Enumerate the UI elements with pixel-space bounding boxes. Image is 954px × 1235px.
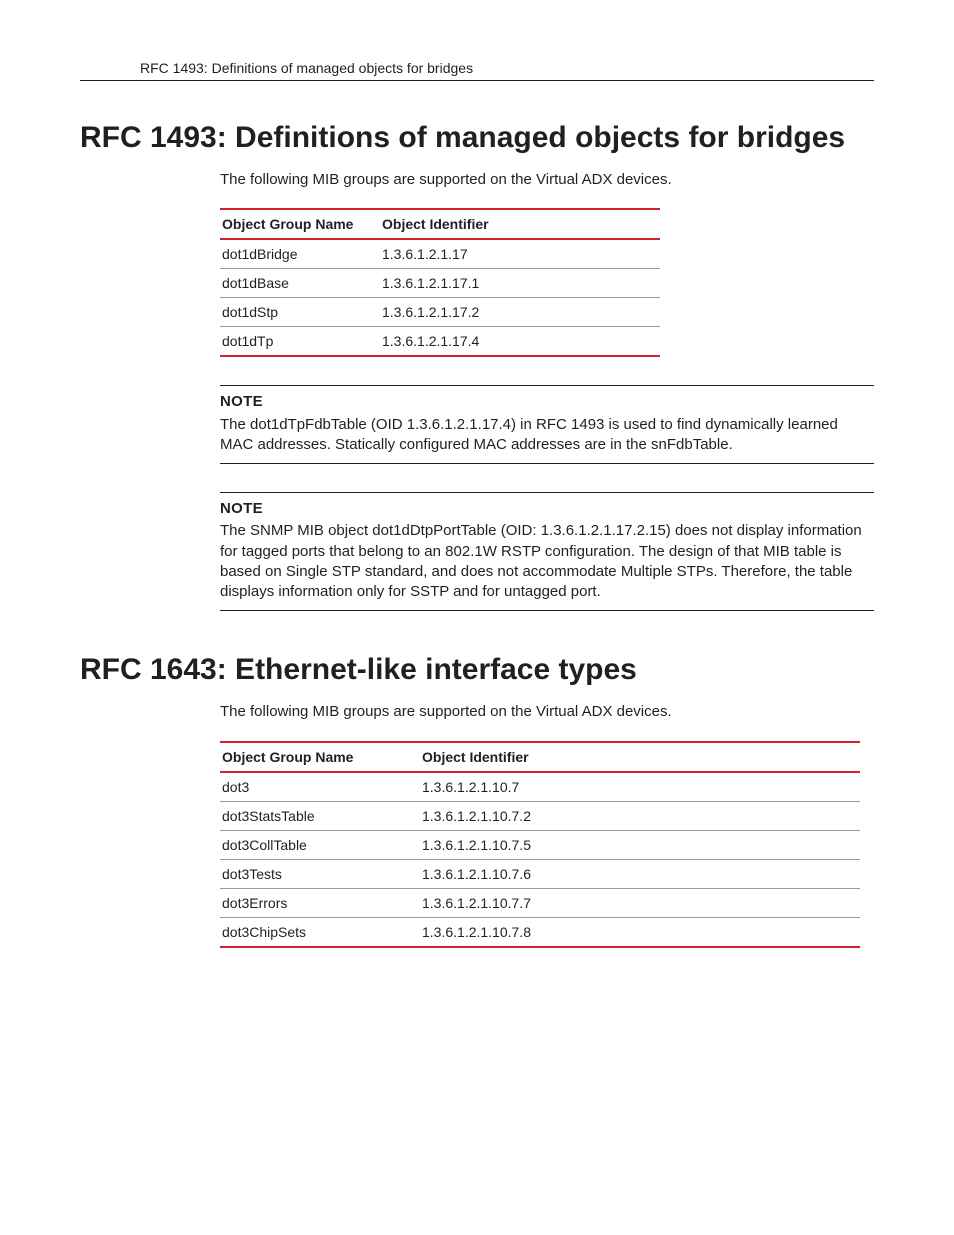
table-row: dot1dStp 1.3.6.1.2.1.17.2 <box>220 298 660 327</box>
note-label: NOTE <box>220 499 874 519</box>
header-rule <box>80 80 874 81</box>
cell-name: dot3Errors <box>220 888 420 917</box>
note-label: NOTE <box>220 392 874 412</box>
cell-oid: 1.3.6.1.2.1.17.2 <box>380 298 660 327</box>
cell-name: dot3 <box>220 772 420 802</box>
section2-intro: The following MIB groups are supported o… <box>220 702 874 722</box>
cell-name: dot1dBridge <box>220 239 380 269</box>
cell-oid: 1.3.6.1.2.1.10.7.5 <box>420 830 860 859</box>
table-row: dot1dBridge 1.3.6.1.2.1.17 <box>220 239 660 269</box>
cell-oid: 1.3.6.1.2.1.10.7 <box>420 772 860 802</box>
cell-name: dot3StatsTable <box>220 801 420 830</box>
cell-name: dot3ChipSets <box>220 917 420 947</box>
table-row: dot1dBase 1.3.6.1.2.1.17.1 <box>220 269 660 298</box>
cell-oid: 1.3.6.1.2.1.17.1 <box>380 269 660 298</box>
table-row: dot1dTp 1.3.6.1.2.1.17.4 <box>220 327 660 357</box>
running-header: RFC 1493: Definitions of managed objects… <box>140 60 874 76</box>
note-text: The SNMP MIB object dot1dDtpPortTable (O… <box>220 521 874 602</box>
table-row: dot3StatsTable 1.3.6.1.2.1.10.7.2 <box>220 801 860 830</box>
table-header-row: Object Group Name Object Identifier <box>220 742 860 772</box>
section1-intro: The following MIB groups are supported o… <box>220 170 874 190</box>
cell-name: dot3Tests <box>220 859 420 888</box>
cell-name: dot1dBase <box>220 269 380 298</box>
col-header-oid: Object Identifier <box>380 209 660 239</box>
cell-oid: 1.3.6.1.2.1.10.7.2 <box>420 801 860 830</box>
cell-oid: 1.3.6.1.2.1.17 <box>380 239 660 269</box>
cell-oid: 1.3.6.1.2.1.10.7.8 <box>420 917 860 947</box>
table-row: dot3Tests 1.3.6.1.2.1.10.7.6 <box>220 859 860 888</box>
table-row: dot3 1.3.6.1.2.1.10.7 <box>220 772 860 802</box>
section2-table: Object Group Name Object Identifier dot3… <box>220 741 860 948</box>
col-header-name: Object Group Name <box>220 209 380 239</box>
table-row: dot3Errors 1.3.6.1.2.1.10.7.7 <box>220 888 860 917</box>
cell-name: dot1dTp <box>220 327 380 357</box>
section1-table: Object Group Name Object Identifier dot1… <box>220 208 660 357</box>
cell-name: dot1dStp <box>220 298 380 327</box>
note-block-1: NOTE The dot1dTpFdbTable (OID 1.3.6.1.2.… <box>220 385 874 464</box>
cell-oid: 1.3.6.1.2.1.17.4 <box>380 327 660 357</box>
table-row: dot3CollTable 1.3.6.1.2.1.10.7.5 <box>220 830 860 859</box>
cell-oid: 1.3.6.1.2.1.10.7.7 <box>420 888 860 917</box>
col-header-oid: Object Identifier <box>420 742 860 772</box>
col-header-name: Object Group Name <box>220 742 420 772</box>
note-block-2: NOTE The SNMP MIB object dot1dDtpPortTab… <box>220 492 874 611</box>
cell-oid: 1.3.6.1.2.1.10.7.6 <box>420 859 860 888</box>
cell-name: dot3CollTable <box>220 830 420 859</box>
section-title-rfc1493: RFC 1493: Definitions of managed objects… <box>80 121 874 155</box>
table-row: dot3ChipSets 1.3.6.1.2.1.10.7.8 <box>220 917 860 947</box>
table-header-row: Object Group Name Object Identifier <box>220 209 660 239</box>
note-text: The dot1dTpFdbTable (OID 1.3.6.1.2.1.17.… <box>220 415 874 456</box>
section-title-rfc1643: RFC 1643: Ethernet-like interface types <box>80 653 874 687</box>
